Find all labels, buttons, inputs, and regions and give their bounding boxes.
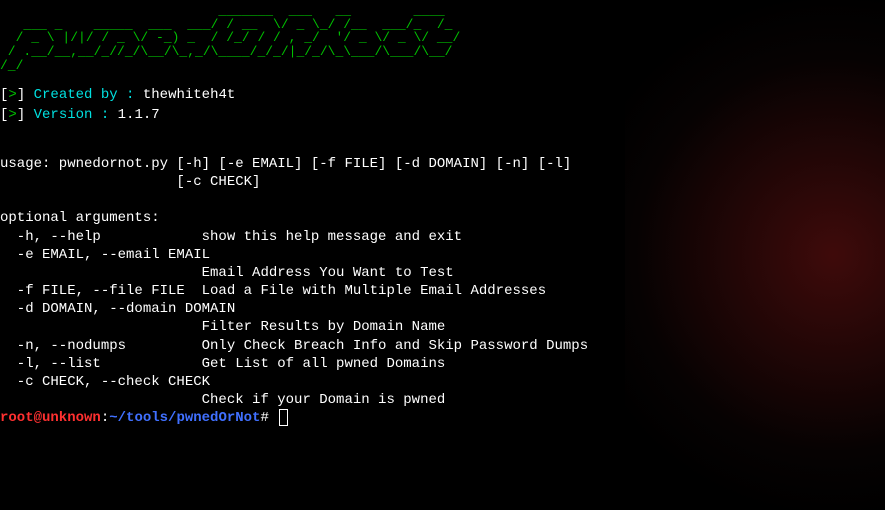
version-label: Version : [34,107,110,123]
arg-email-1: -e EMAIL, --email EMAIL [0,247,210,263]
usage-line1: usage: pwnedornot.py [-h] [-e EMAIL] [-f… [0,156,571,172]
shell-prompt[interactable]: root@unknown:~/tools/pwnedOrNot# [0,410,288,426]
created-by-value: thewhiteh4t [143,87,235,103]
bracket-close: ] [17,107,25,123]
arg-help: -h, --help show this help message and ex… [0,229,462,245]
arg-domain-2: Filter Results by Domain Name [0,319,445,335]
prompt-user-host: root@unknown [0,410,101,426]
ascii-banner: _______ ___ __ ____ ___ _ _____ ___ ___/… [0,4,885,72]
prompt-path: ~/tools/pwnedOrNot [109,410,260,426]
usage-line2: [-c CHECK] [0,174,260,190]
version-line: [>] Version : 1.1.7 [0,106,885,124]
arg-nodumps: -n, --nodumps Only Check Breach Info and… [0,338,588,354]
arg-domain-1: -d DOMAIN, --domain DOMAIN [0,301,235,317]
bracket-close: ] [17,87,25,103]
version-value: 1.1.7 [118,107,160,123]
terminal-output: _______ ___ __ ____ ___ _ _____ ___ ___/… [0,0,885,428]
arg-check-2: Check if your Domain is pwned [0,392,445,408]
arg-file: -f FILE, --file FILE Load a File with Mu… [0,283,546,299]
arrow-icon: > [8,87,16,103]
arg-check-1: -c CHECK, --check CHECK [0,374,210,390]
prompt-hash: # [260,410,268,426]
usage-block: usage: pwnedornot.py [-h] [-e EMAIL] [-f… [0,137,885,428]
arg-list: -l, --list Get List of all pwned Domains [0,356,445,372]
created-by-line: [>] Created by : thewhiteh4t [0,86,885,104]
cursor-icon [279,409,288,426]
optional-header: optional arguments: [0,210,160,226]
arg-email-2: Email Address You Want to Test [0,265,454,281]
arrow-icon: > [8,107,16,123]
created-by-label: Created by : [34,87,135,103]
prompt-colon: : [101,410,109,426]
